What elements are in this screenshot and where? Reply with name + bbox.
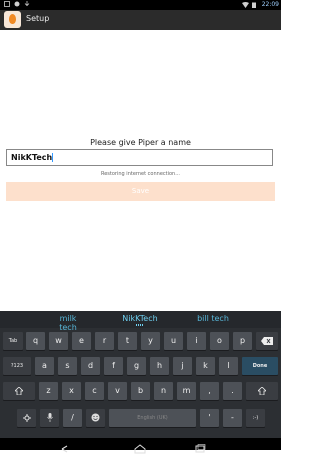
name-prompt: Please give Piper a name — [90, 138, 191, 147]
name-field[interactable]: NikKTech — [6, 149, 273, 166]
voice-input-key[interactable] — [40, 409, 59, 427]
text-cursor — [52, 153, 54, 162]
suggestion-2[interactable]: NikKTech — [122, 314, 158, 323]
page-title: Setup — [26, 14, 50, 23]
key-u[interactable]: u — [164, 332, 183, 350]
key-a[interactable]: a — [35, 357, 54, 375]
key-w[interactable]: w — [49, 332, 68, 350]
backspace-icon — [261, 337, 273, 345]
key-comma[interactable]: , — [200, 382, 219, 400]
key-b[interactable]: b — [131, 382, 150, 400]
key-x[interactable]: x — [62, 382, 81, 400]
key-smiley[interactable]: :-) — [246, 409, 265, 427]
more-suggestions-indicator — [136, 324, 144, 326]
back-icon[interactable] — [60, 439, 72, 453]
suggestion-1[interactable]: milk tech — [52, 314, 84, 332]
key-i[interactable]: i — [187, 332, 206, 350]
shift-icon — [257, 386, 267, 396]
suggestion-3[interactable]: bill tech — [197, 314, 229, 323]
navigation-bar — [0, 438, 281, 454]
key-hyphen[interactable]: - — [223, 409, 242, 427]
space-key[interactable]: English (UK) — [109, 409, 196, 427]
android-icon — [14, 1, 20, 7]
key-apostrophe[interactable]: ' — [200, 409, 219, 427]
microphone-icon — [46, 413, 53, 422]
name-field-value: NikKTech — [11, 153, 53, 162]
key-v[interactable]: v — [108, 382, 127, 400]
settings-key[interactable] — [17, 409, 36, 427]
key-q[interactable]: q — [26, 332, 45, 350]
key-l[interactable]: l — [219, 357, 238, 375]
key-n[interactable]: n — [154, 382, 173, 400]
key-h[interactable]: h — [150, 357, 169, 375]
recent-apps-icon[interactable] — [194, 439, 206, 453]
download-icon — [24, 1, 30, 7]
key-t[interactable]: t — [118, 332, 137, 350]
key-f[interactable]: f — [104, 357, 123, 375]
key-period[interactable]: . — [223, 382, 242, 400]
shift-key-left[interactable] — [3, 382, 35, 400]
key-e[interactable]: e — [72, 332, 91, 350]
key-g[interactable]: g — [127, 357, 146, 375]
key-d[interactable]: d — [81, 357, 100, 375]
wifi-icon — [241, 1, 249, 8]
done-key[interactable]: Done — [242, 357, 278, 375]
key-r[interactable]: r — [95, 332, 114, 350]
key-tab[interactable]: Tab — [3, 332, 23, 350]
save-button[interactable]: Save — [6, 182, 275, 201]
key-slash[interactable]: / — [63, 409, 82, 427]
key-p[interactable]: p — [233, 332, 252, 350]
globe-key[interactable] — [86, 409, 105, 427]
emoji-icon — [91, 413, 100, 422]
action-bar: Setup — [0, 10, 281, 30]
app-logo-icon[interactable] — [4, 11, 21, 28]
backspace-key[interactable] — [256, 332, 278, 350]
key-symbols[interactable]: ?123 — [3, 357, 31, 375]
key-j[interactable]: j — [173, 357, 192, 375]
home-icon[interactable] — [134, 439, 146, 454]
status-bar: 22:09 — [0, 0, 281, 10]
key-z[interactable]: z — [39, 382, 58, 400]
connection-status: Restoring internet connection... — [100, 171, 180, 177]
key-m[interactable]: m — [177, 382, 196, 400]
soft-keyboard: milk tech NikKTech bill tech Tab q w e r… — [0, 311, 281, 438]
shift-icon — [14, 386, 24, 396]
battery-icon — [251, 2, 258, 8]
shift-key-right[interactable] — [246, 382, 278, 400]
notification-icon — [4, 1, 10, 7]
clock: 22:09 — [261, 1, 279, 8]
key-k[interactable]: k — [196, 357, 215, 375]
key-c[interactable]: c — [85, 382, 104, 400]
key-y[interactable]: y — [141, 332, 160, 350]
settings-icon — [22, 414, 31, 422]
suggestion-bar: milk tech NikKTech bill tech — [0, 311, 281, 332]
key-o[interactable]: o — [210, 332, 229, 350]
key-s[interactable]: s — [58, 357, 77, 375]
